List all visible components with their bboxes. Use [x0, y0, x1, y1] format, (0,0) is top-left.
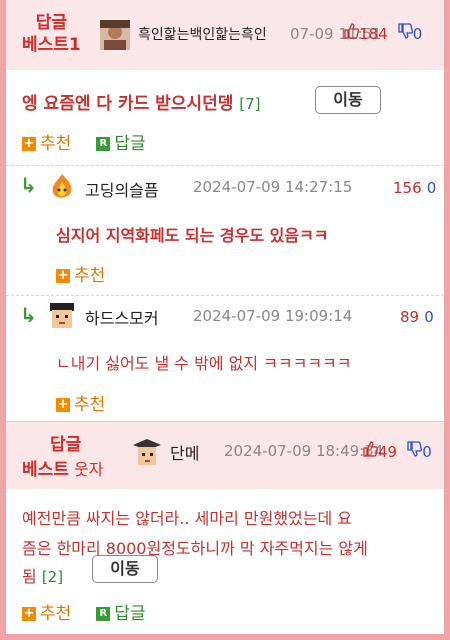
downvote-count: 0 — [422, 443, 432, 461]
divider — [6, 295, 444, 296]
recommend-label: 추천 — [74, 266, 106, 286]
comment-title[interactable]: 엥 요즘엔 다 카드 받으시던뎅 [7] — [22, 89, 261, 114]
downvote-count: 0 — [426, 179, 437, 197]
best-badge-line1: 답글 — [35, 13, 68, 33]
nickname[interactable]: 고딩의슬픔 — [85, 177, 159, 201]
recommend-button[interactable]: + 추천 — [56, 261, 105, 286]
upvote-count: 49 — [378, 443, 398, 461]
downvote-count: 0 — [412, 25, 423, 43]
comment-date: 2024-07-09 14:27:15 — [193, 178, 353, 196]
thumbs-up-icon[interactable] — [362, 441, 378, 461]
avatar[interactable] — [131, 437, 163, 469]
comment-body-line2: 즘은 한마리 8000원정도하니까 막 자주먹지는 않게 — [22, 539, 368, 558]
best-badge: 베스트 웃자 — [22, 455, 103, 480]
reply-label: 답글 — [114, 134, 146, 154]
plus-icon: + — [56, 268, 70, 283]
upvote-count: 184 — [359, 25, 388, 43]
flame-avatar-icon — [47, 172, 77, 202]
avatar-photo-icon — [100, 20, 130, 50]
graduate-avatar-icon — [131, 437, 163, 469]
recommend-button[interactable]: + 추천 — [22, 134, 71, 154]
avatar[interactable] — [100, 20, 130, 50]
reply-icon: R — [96, 137, 111, 151]
best-badge: 답글 베스트1 — [22, 12, 81, 56]
recommend-label: 추천 — [74, 395, 106, 415]
reply-label: 답글 — [114, 604, 146, 624]
divider — [6, 165, 444, 166]
recommend-button[interactable]: + 추천 — [56, 390, 105, 415]
reply-button[interactable]: R 답글 — [96, 604, 146, 624]
thumbs-down-icon[interactable] — [397, 23, 413, 43]
best-badge-suffix: 웃자 — [74, 460, 104, 479]
comment-actions: + 추천 R 답글 — [22, 599, 146, 624]
vote-area: 156 0 — [393, 178, 436, 197]
avatar[interactable] — [47, 301, 77, 331]
avatar[interactable] — [47, 172, 77, 202]
move-button[interactable]: 이동 — [92, 555, 158, 583]
reply-count: [7] — [239, 95, 261, 113]
vote-area: 184 0 — [343, 23, 422, 43]
reply-button[interactable]: R 답글 — [96, 134, 146, 154]
thumbs-up-icon[interactable] — [343, 23, 359, 43]
plus-icon: + — [22, 606, 36, 621]
nickname[interactable]: 단메 — [170, 440, 199, 464]
best-badge-line2: 베스트 — [22, 460, 69, 480]
comment-actions: + 추천 R 답글 — [22, 129, 146, 154]
move-button[interactable]: 이동 — [315, 86, 381, 114]
thumbs-down-icon[interactable] — [406, 441, 423, 461]
upvote-count: 156 — [393, 179, 422, 197]
nickname[interactable]: 하드스모커 — [85, 305, 159, 329]
comment-body-line3: 됨 [2] — [22, 563, 63, 587]
comment-date: 2024-07-09 18:49:34 — [224, 442, 384, 460]
reply-arrow-icon: ↳ — [20, 303, 37, 327]
reply-arrow-icon: ↳ — [20, 173, 37, 197]
comment-body-line3-text: 됨 — [22, 567, 37, 586]
reply-icon: R — [96, 607, 111, 621]
best-comment-header: 답글 베스트1 흑인핥는백인핥는흑인 07-09 11:51 184 0 — [6, 0, 444, 70]
upvote-count: 89 — [400, 308, 420, 326]
vote-area: 49 0 — [362, 441, 432, 461]
comment-text: ㄴ내기 싫어도 낼 수 밖에 없지 ㅋㅋㅋㅋㅋㅋ — [56, 354, 352, 373]
best-badge-line2: 베스트1 — [22, 35, 81, 55]
comment-title-text: 엥 요즘엔 다 카드 받으시던뎅 — [22, 94, 234, 114]
comment-date: 2024-07-09 19:09:14 — [193, 307, 353, 325]
comment-text: 심지어 지역화페도 되는 경우도 있음ㅋㅋ — [56, 226, 329, 245]
pixel-face-avatar-icon — [47, 301, 77, 331]
recommend-button[interactable]: + 추천 — [22, 604, 71, 624]
best-badge-line1: 답글 — [50, 435, 82, 455]
comment-body-line1: 예전만큼 싸지는 않더라.. 세마리 만원했었는데 요 — [22, 509, 353, 528]
nickname[interactable]: 흑인핥는백인핥는흑인 — [138, 24, 267, 44]
best-comment-header: 답글 베스트 웃자 단메 2024-07-09 18:49:34 49 0 — [6, 421, 444, 489]
recommend-label: 추천 — [40, 134, 72, 154]
plus-icon: + — [22, 136, 36, 151]
vote-area: 89 0 — [400, 307, 434, 326]
recommend-label: 추천 — [40, 604, 72, 624]
downvote-count: 0 — [424, 308, 434, 326]
reply-count: [2] — [41, 568, 64, 586]
plus-icon: + — [56, 397, 70, 412]
